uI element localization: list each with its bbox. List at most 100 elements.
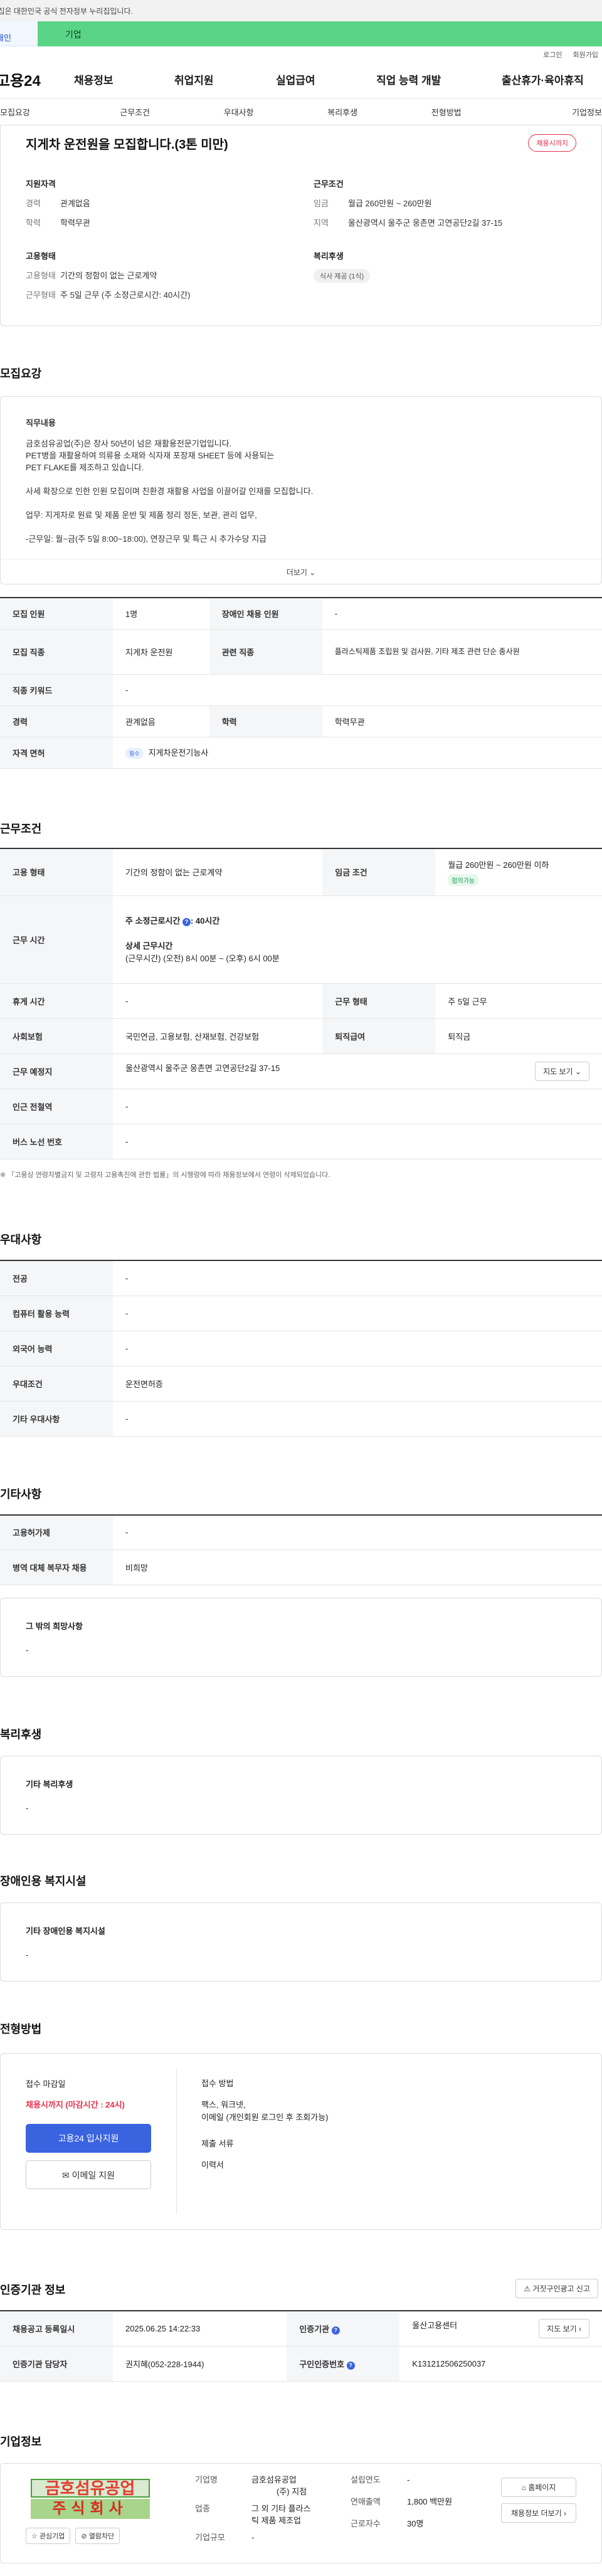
- company-links: ⌂ 홈페이지 채용정보 더보기 ›: [501, 2477, 576, 2523]
- more-jobs-button[interactable]: 채용정보 더보기 ›: [501, 2503, 576, 2523]
- mail-icon: ✉: [62, 2170, 70, 2180]
- home-icon: ⌂: [521, 2483, 526, 2492]
- subnav-preference[interactable]: 우대사항: [187, 106, 291, 118]
- condition-group: 근무조건 임금 월급 260만원 ~ 260만원 지역 울산광역시 울주군 웅촌면 …: [314, 177, 576, 236]
- table-row: 근무 예정지 울산광역시 울주군 웅촌면 고연공단2길 37-15 지도 보기 ⌄: [0, 1053, 602, 1089]
- site-logo[interactable]: 고용24: [0, 68, 71, 90]
- cert-map-button[interactable]: 지도 보기 ›: [539, 2318, 589, 2338]
- more-jobs-label: 채용정보 더보기: [511, 2508, 562, 2518]
- table-row: 우대조건 운전면허증: [0, 1366, 602, 1401]
- worktype-label: 근무형태: [26, 290, 56, 300]
- table-row: 모집 인원 1명 장애인 채용 인원 -: [0, 598, 602, 630]
- welfare-heading: 복리후생: [314, 251, 344, 261]
- table-row: 고용 형태 기간의 정함이 없는 근로계약 임금 조건 월급 260만원 ~ 2…: [0, 848, 602, 896]
- table-row: 경력 관계없음 학력 학력무관: [0, 705, 602, 737]
- login-link[interactable]: 로그인: [543, 51, 562, 59]
- cert-org-value: 울산고용센터: [412, 2320, 458, 2330]
- online-apply-button[interactable]: 고용24 입사지원: [26, 2124, 151, 2153]
- gnb-item-parental[interactable]: 출산휴가·육아휴직: [502, 71, 602, 87]
- duty-line: PET병을 재활용하여 의류용 소재와 식자재 포장재 SHEET 등에 사용되…: [26, 451, 275, 460]
- table-row: 직종 키워드 -: [0, 674, 602, 706]
- cell-value: 필수 지게차운전기능사: [113, 737, 602, 769]
- qualification-group: 지원자격 경력 관계없음 학력 학력무관: [26, 177, 288, 236]
- block-button[interactable]: ⊘ 열람차단: [75, 2527, 120, 2544]
- cell-value: 국민연금, 고용보험, 산재보험, 건강보험: [113, 1018, 323, 1054]
- other-wish-value: -: [26, 1645, 29, 1655]
- company-name-label: 기업명: [195, 2474, 218, 2484]
- favorite-button[interactable]: ☆ 관심기업: [26, 2527, 71, 2544]
- duty-content: 직무내용 금호섬유공업(주)은 창사 50년이 넘은 재활용전문기업입니다. P…: [1, 397, 601, 545]
- cell-label: 모집 인원: [0, 598, 113, 630]
- subnav-selection[interactable]: 전형방법: [394, 106, 499, 118]
- career-value: 관계없음: [60, 199, 90, 208]
- subnav-company[interactable]: 기업정보: [498, 106, 602, 118]
- hours-detail-value: (근무시간) (오전) 8시 00분 ~ (오후) 6시 00분: [125, 953, 280, 963]
- email-apply-button[interactable]: ✉ 이메일 지원: [26, 2160, 151, 2189]
- cell-value: 학력무관: [322, 705, 602, 737]
- subnav-welfare[interactable]: 복리후생: [290, 106, 394, 118]
- more-label: 더보기: [286, 568, 307, 577]
- cell-label: 휴게 시간: [0, 983, 113, 1019]
- cell-label: 외국어 능력: [0, 1331, 113, 1366]
- cell-label: 기타 우대사항: [0, 1401, 113, 1437]
- industry-line2: 틱 제품 제조업: [251, 2515, 301, 2525]
- cell-label: 근무 시간: [0, 895, 113, 984]
- cell-label: 퇴직급여: [322, 1018, 436, 1054]
- place-value: 울산광역시 울주군 웅촌면 고연공단2길 37-15: [125, 1064, 280, 1073]
- info-icon[interactable]: ?: [182, 917, 191, 926]
- industry-line1: 그 외 기타 플라스: [251, 2503, 311, 2513]
- cert-org-label: 인증기관: [299, 2324, 330, 2334]
- homepage-button[interactable]: ⌂ 홈페이지: [501, 2477, 576, 2497]
- cell-label: 학력: [209, 705, 322, 737]
- cell-value: 주 5일 근무: [435, 983, 602, 1019]
- join-link[interactable]: 회원가입: [573, 51, 598, 59]
- info-icon[interactable]: ?: [346, 2361, 355, 2370]
- education-label: 학력: [26, 218, 41, 228]
- industry-value: 그 외 기타 플라스틱 제품 제조업: [251, 2503, 311, 2526]
- tab-personal[interactable]: 개인: [0, 21, 38, 46]
- chevron-right-icon: ›: [563, 2508, 566, 2518]
- duty-line: 사세 확장으로 인한 인원 모집이며 친환경 재활용 사업을 이끌어갈 인재를 …: [26, 487, 314, 496]
- cell-label: 경력: [0, 705, 113, 737]
- subnav-recruit[interactable]: 모집요강: [0, 106, 83, 118]
- table-row: 외국어 능력 -: [0, 1331, 602, 1366]
- map-button-label: 지도 보기: [543, 1067, 573, 1076]
- cell-label: 관련 직종: [209, 629, 322, 675]
- etc-table: 고용허가제 - 병역 대체 복무자 채용 비희망: [0, 1514, 602, 1585]
- info-icon[interactable]: ?: [331, 2326, 340, 2335]
- table-row: 인근 전철역 -: [0, 1089, 602, 1124]
- pref-section: 우대사항 전공 - 컴퓨터 활용 능력 - 외국어 능력 - 우대조건 운전면허증 기타…: [0, 1231, 602, 1437]
- table-row: 사회보험 국민연금, 고용보험, 산재보험, 건강보험 퇴직급여 퇴직금: [0, 1018, 602, 1054]
- cell-label: 고용 형태: [0, 848, 113, 896]
- more-button[interactable]: 더보기 ⌄: [1, 559, 601, 584]
- welfare-subtitle: 기타 복리후생: [26, 1780, 73, 1789]
- company-logo-line1: 금호섬유공업: [30, 2478, 150, 2498]
- industry-label: 업종: [195, 2503, 210, 2513]
- cell-label: 근무 형태: [322, 983, 436, 1019]
- gnb-item-jobs[interactable]: 채용정보: [74, 71, 174, 87]
- gnb-item-employment[interactable]: 취업지원: [174, 71, 276, 87]
- condition-heading: 근무조건: [314, 179, 344, 189]
- gnb-item-unemployment[interactable]: 실업급여: [276, 71, 376, 87]
- apply-right: 접수 방법 팩스, 워크넷, 이메일 (개인회원 로그인 후 조회가능) 제출 …: [201, 2077, 329, 2172]
- cell-value: 플라스틱제품 조립원 및 검사원, 기타 제조 관련 단순 종사원: [322, 629, 602, 675]
- tab-company[interactable]: 기업: [38, 21, 602, 46]
- scale-label: 기업규모: [195, 2532, 225, 2542]
- employment-group: 고용형태 고용형태 기간의 정함이 없는 근로계약 근무형태 주 5일 근무 (주 …: [26, 250, 288, 308]
- gnb-item-training[interactable]: 직업 능력 개발: [376, 71, 502, 87]
- email-apply-label: 이메일 지원: [71, 2170, 115, 2180]
- wage-value: 월급 260만원 ~ 260만원: [348, 199, 432, 208]
- company-box: 금호섬유공업 주식회사 ☆ 관심기업 ⊘ 열람차단 기업명 금호섬유공업 (주) 지…: [0, 2463, 602, 2563]
- subnav-conditions[interactable]: 근무조건: [83, 106, 187, 118]
- cell-value: -: [113, 1514, 602, 1550]
- global-nav: 고용24 채용정보 취업지원 실업급여 직업 능력 개발 출산휴가·육아휴직: [0, 60, 602, 99]
- duty-line: 업무: 지게차로 원료 및 제품 운반 및 제품 정리 정돈, 보관, 관리 업…: [26, 510, 257, 520]
- section-nav: 모집요강 근무조건 우대사항 복리후생 전형방법 기업정보: [0, 99, 602, 125]
- company-logo: 금호섬유공업 주식회사: [26, 2478, 154, 2520]
- report-icon: ⚠: [524, 2284, 531, 2293]
- cert-table: 채용공고 등록일시 2025.06.25 14:22:33 인증기관 ? 울산고…: [0, 2310, 602, 2382]
- chevron-down-icon: ⌄: [309, 568, 316, 577]
- duty-line: [26, 497, 576, 509]
- report-button[interactable]: ⚠ 거짓구인광고 신고: [515, 2279, 598, 2298]
- map-button[interactable]: 지도 보기 ⌄: [535, 1062, 589, 1081]
